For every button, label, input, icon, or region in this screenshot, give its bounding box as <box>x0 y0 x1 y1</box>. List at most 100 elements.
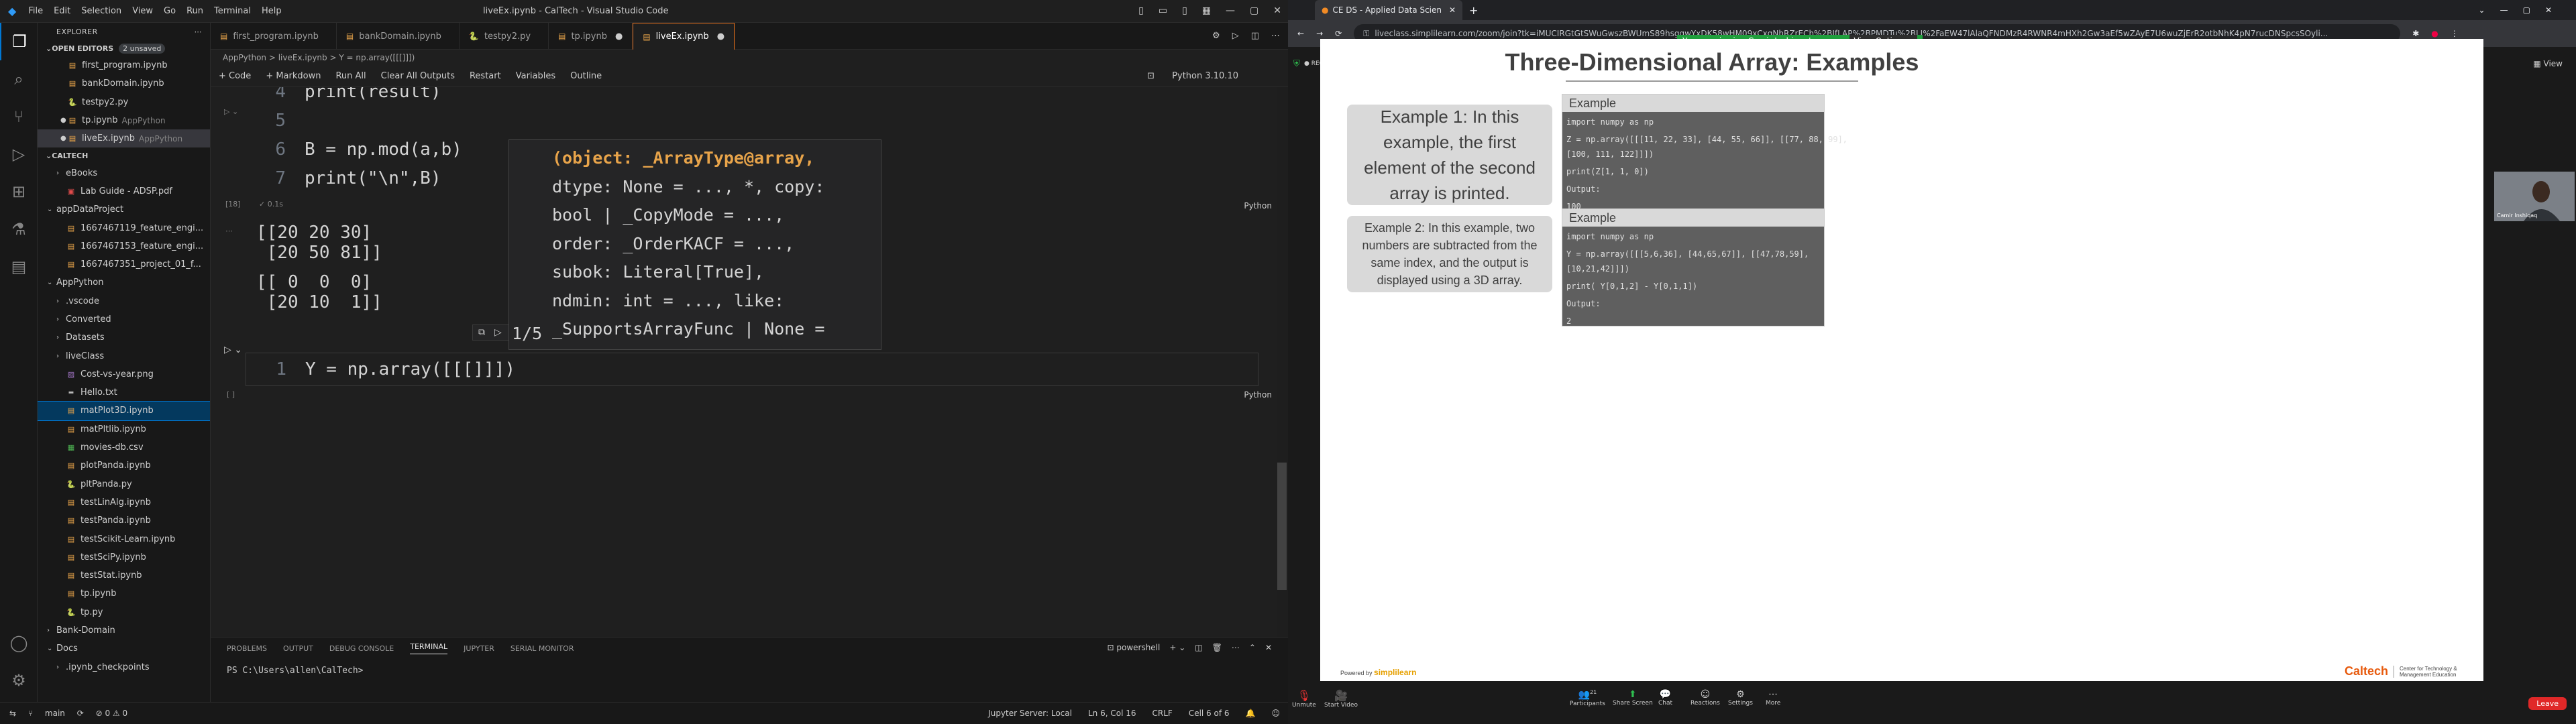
unsaved-dot-icon[interactable]: ● <box>717 32 724 42</box>
file-item[interactable]: ▤ testStat.ipynb <box>38 566 210 585</box>
breadcrumb[interactable]: AppPython > liveEx.ipynb > Y = np.array(… <box>211 50 1288 66</box>
folder-item[interactable]: › Datasets <box>38 328 210 347</box>
run-cell-2-icon[interactable]: ▷ ⌄ <box>224 345 242 355</box>
code-cell-2[interactable]: 1 Y = np.array([[[]]]) <box>246 353 1258 386</box>
open-editor-item[interactable]: ▤ first_program.ipynb <box>38 56 210 74</box>
more-icon[interactable]: ⋯ <box>1232 643 1240 652</box>
menu-edit[interactable]: Edit <box>54 6 70 16</box>
status-item[interactable]: CRLF <box>1152 709 1173 718</box>
branch-item[interactable]: ⑂ main <box>28 709 65 718</box>
file-item[interactable]: ▤ testScikit-Learn.ipynb <box>38 530 210 548</box>
layout-panel-icon[interactable]: ▭ <box>1159 5 1167 16</box>
kill-terminal-icon[interactable]: 🗑 <box>1212 643 1222 652</box>
editor-tab[interactable]: ▤ tp.ipynb ● <box>549 23 633 50</box>
start-video-button[interactable]: 🎥 Start Video <box>1324 689 1358 709</box>
browser-tab[interactable]: ● CE DS - Applied Data Scien ✕ <box>1315 0 1462 20</box>
browser-menu-icon[interactable]: ⋮ <box>2451 29 2459 38</box>
file-item[interactable]: ▨ Cost-vs-year.png <box>38 365 210 383</box>
more-actions-icon[interactable]: ⋯ <box>195 27 203 36</box>
new-terminal-icon[interactable]: + ⌄ <box>1169 643 1185 652</box>
cell-2-language[interactable]: Python <box>1244 390 1272 400</box>
security-shield-icon[interactable]: ⛨ <box>1293 59 1300 69</box>
settings-gear-icon[interactable]: ⚙ <box>0 662 38 699</box>
file-item[interactable]: ▤ 1667467351_project_01_f... <box>38 255 210 274</box>
panel-tab-jupyter[interactable]: JUPYTER <box>464 644 494 653</box>
file-item[interactable]: ▤ matPlot3D.ipynb <box>38 401 210 421</box>
editor-scrollbar[interactable] <box>1277 463 1287 590</box>
open-editor-item[interactable]: 🐍 testpy2.py <box>38 93 210 111</box>
minimize-button[interactable]: — <box>1226 5 1235 16</box>
file-item[interactable]: ▦ movies-db.csv <box>38 438 210 457</box>
file-item[interactable]: ▤ testPanda.ipynb <box>38 511 210 530</box>
folder-item[interactable]: › .ipynb_checkpoints <box>38 658 210 676</box>
workspace-section[interactable]: ⌄ CALTECH <box>38 147 210 164</box>
run-cell-icon[interactable]: ▷ ⌄ <box>224 107 238 116</box>
panel-tab-problems[interactable]: PROBLEMS <box>227 644 267 653</box>
file-item[interactable]: ▣ Lab Guide - ADSP.pdf <box>38 182 210 200</box>
open-editor-item[interactable]: ● ▤ liveEx.ipynb AppPython <box>38 129 210 148</box>
file-item[interactable]: ≡ Hello.txt <box>38 383 210 402</box>
settings-button[interactable]: ⚙ Settings <box>1728 689 1753 707</box>
more-button[interactable]: ⋯ More <box>1766 689 1780 707</box>
file-item[interactable]: ▤ testLinAlg.ipynb <box>38 493 210 511</box>
run-all-button[interactable]: Run All <box>335 71 366 81</box>
leave-button[interactable]: Leave <box>2528 697 2567 710</box>
unmute-button[interactable]: 🎙 Unmute <box>1292 689 1316 709</box>
run-debug-icon[interactable]: ▷ <box>0 135 38 173</box>
more-icon[interactable]: ⋯ <box>1271 31 1280 41</box>
folder-item[interactable]: ⌄ Docs <box>38 640 210 658</box>
panel-tab-terminal[interactable]: TERMINAL <box>410 642 448 654</box>
back-icon[interactable]: ← <box>1297 29 1304 38</box>
close-panel-icon[interactable]: ✕ <box>1265 643 1272 652</box>
file-item[interactable]: 🐍 tp.py <box>38 603 210 621</box>
panel-tab-serial-monitor[interactable]: SERIAL MONITOR <box>511 644 574 653</box>
remote-icon[interactable]: ⇆ <box>9 709 16 718</box>
settings-icon[interactable]: ⚙ <box>1212 31 1220 41</box>
cell-language[interactable]: Python <box>1244 201 1272 210</box>
folder-item[interactable]: › .vscode <box>38 292 210 310</box>
maximize-button[interactable]: ▢ <box>1250 5 1258 16</box>
maximize-panel-icon[interactable]: ⌃ <box>1249 643 1256 652</box>
reactions-button[interactable]: ☺ Reactions <box>1690 689 1720 707</box>
add-markdown-button[interactable]: + Markdown <box>266 71 321 81</box>
folder-item[interactable]: › Converted <box>38 310 210 328</box>
view-button[interactable]: ▦ View <box>2533 59 2563 68</box>
menu-help[interactable]: Help <box>262 6 282 16</box>
open-editor-item[interactable]: ▤ bankDomain.ipynb <box>38 74 210 93</box>
participants-button[interactable]: 👥21 Participants <box>1570 689 1605 707</box>
layout-sidebar-icon[interactable]: ▯ <box>1138 5 1144 16</box>
editor-tab[interactable]: ▤ first_program.ipynb <box>211 23 337 50</box>
feedback-icon[interactable]: ☺ <box>1271 709 1280 718</box>
customize-layout-icon[interactable]: ▦ <box>1202 5 1211 16</box>
add-code-button[interactable]: + Code <box>219 71 251 81</box>
folder-item[interactable]: ⌄ AppPython <box>38 274 210 292</box>
unsaved-dot-icon[interactable]: ● <box>615 32 623 42</box>
status-item[interactable]: Cell 6 of 6 <box>1189 709 1230 718</box>
testing-icon[interactable]: ⚗ <box>0 210 38 248</box>
participant-video[interactable]: Camir Inshiqaq <box>2494 172 2575 221</box>
extensions-icon[interactable]: ✱ <box>2412 29 2419 38</box>
output-more-icon[interactable]: ⋯ <box>225 227 233 235</box>
run-by-line-icon[interactable]: ⧉ <box>478 327 485 338</box>
profile-icon[interactable]: ● <box>2431 29 2438 38</box>
file-item[interactable]: ▤ testSciPy.ipynb <box>38 548 210 566</box>
file-item[interactable]: ▤ 1667467119_feature_engi... <box>38 219 210 237</box>
sync-icon[interactable]: ⟳ <box>77 709 84 718</box>
execute-above-icon[interactable]: ▷ <box>494 327 502 338</box>
explorer-icon[interactable]: ❐ <box>0 23 38 60</box>
variables-button[interactable]: Variables <box>516 71 555 81</box>
tab-close-icon[interactable]: ✕ <box>1449 5 1456 15</box>
panel-tab-debug-console[interactable]: DEBUG CONSOLE <box>329 644 394 653</box>
menu-selection[interactable]: Selection <box>81 6 121 16</box>
jupyter-icon[interactable]: ▤ <box>0 248 38 286</box>
folder-item[interactable]: › eBooks <box>38 164 210 182</box>
split-editor-icon[interactable]: ◫ <box>1251 31 1259 41</box>
editor-tab[interactable]: ▤ bankDomain.ipynb <box>337 23 460 50</box>
clear-outputs-button[interactable]: Clear All Outputs <box>381 71 455 81</box>
forward-icon[interactable]: → <box>1316 29 1323 38</box>
bell-icon[interactable]: 🔔 <box>1246 709 1256 718</box>
editor-tab[interactable]: ▤ liveEx.ipynb ● <box>633 23 735 50</box>
file-item[interactable]: ▤ 1667467153_feature_engi... <box>38 237 210 255</box>
folder-item[interactable]: › liveClass <box>38 347 210 365</box>
cell-2-code[interactable]: Y = np.array([[[]]]) <box>305 359 515 379</box>
